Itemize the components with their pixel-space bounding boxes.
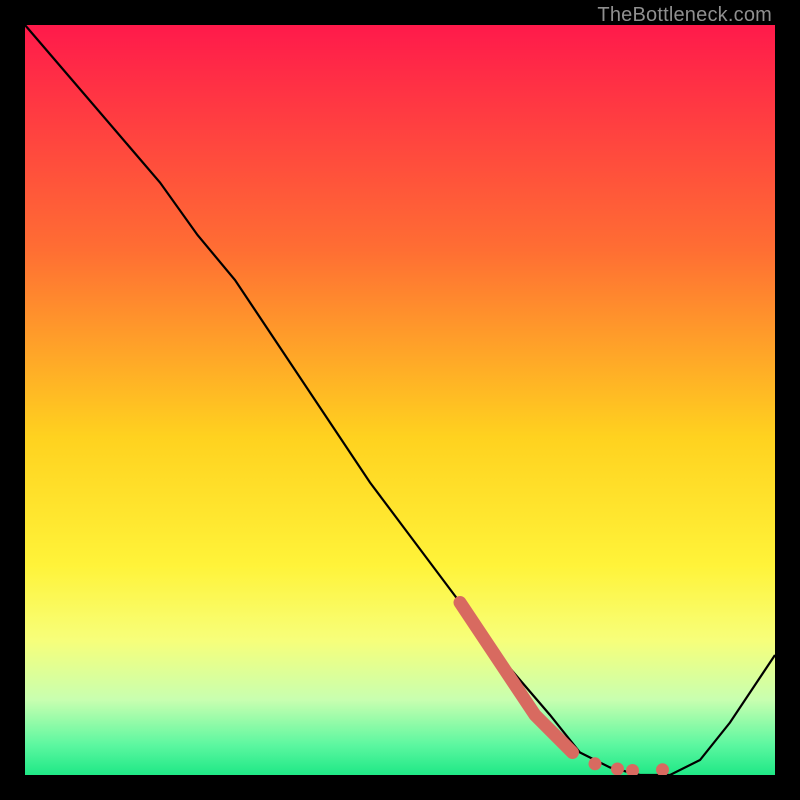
chart-svg — [25, 25, 775, 775]
chart-plot-area — [25, 25, 775, 775]
highlight-dot — [589, 757, 602, 770]
highlight-dot — [611, 763, 624, 776]
attribution-text: TheBottleneck.com — [597, 4, 772, 27]
gradient-background — [25, 25, 775, 775]
